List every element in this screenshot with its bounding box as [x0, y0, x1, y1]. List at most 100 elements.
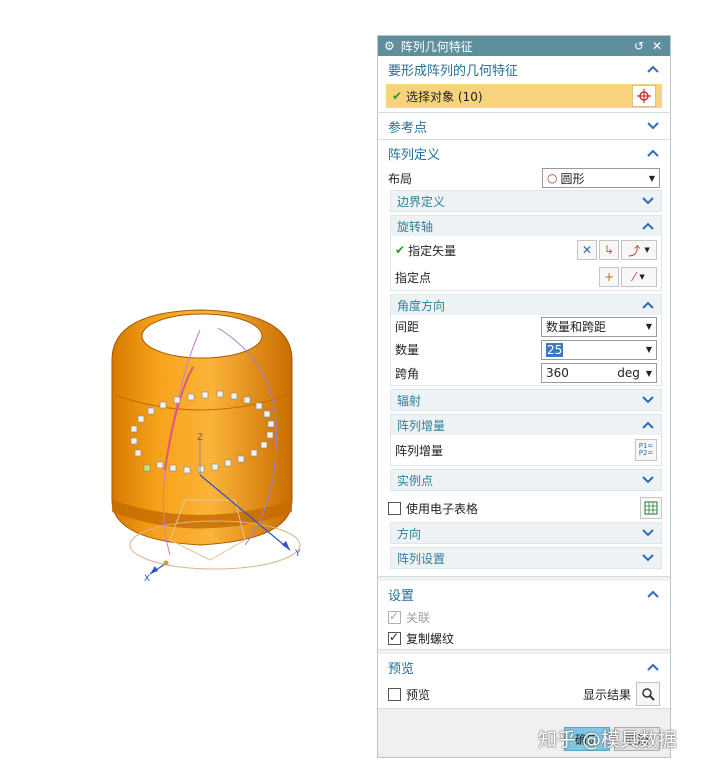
boundary-header[interactable]: 边界定义 — [391, 191, 661, 211]
angle-direction-header[interactable]: 角度方向 — [391, 295, 661, 315]
layout-value: 圆形 — [560, 171, 585, 186]
angle-direction-subsection: 角度方向 间距 数量和跨距 ▼ 数量 25 ▼ 跨角 360 deg ▼ — [390, 294, 662, 386]
chevron-up-icon[interactable] — [641, 219, 655, 233]
spreadsheet-icon[interactable] — [640, 497, 662, 519]
boundary-subsection: 边界定义 — [390, 190, 662, 212]
count-input[interactable]: 25 ▼ — [541, 339, 657, 360]
dropdown-arrow-icon: ▼ — [645, 345, 652, 354]
pattern-increment-header[interactable]: 阵列增量 — [391, 415, 661, 435]
point-dialog-icon[interactable]: + — [599, 267, 619, 287]
pattern-increment-row: 阵列增量 P1= P2= — [391, 435, 661, 465]
associative-row: 关联 — [378, 607, 670, 627]
boundary-label: 边界定义 — [397, 194, 446, 209]
chevron-up-icon[interactable] — [646, 62, 660, 76]
reference-point-header[interactable]: 参考点 — [378, 113, 670, 139]
settings-header[interactable]: 设置 — [378, 581, 670, 607]
dialog-title: 阵列几何特征 — [400, 39, 473, 54]
use-spreadsheet-label: 使用电子表格 — [406, 501, 479, 516]
instance-point-header[interactable]: 实例点 — [391, 470, 661, 490]
copy-threads-label: 复制螺纹 — [406, 631, 455, 646]
associative-checkbox[interactable] — [388, 609, 401, 624]
count-value: 25 — [546, 342, 564, 357]
settings-header-label: 设置 — [388, 588, 415, 604]
chevron-down-icon[interactable] — [641, 393, 655, 407]
pattern-definition-label: 阵列定义 — [388, 147, 441, 163]
layout-label: 布局 — [388, 171, 413, 186]
chevron-up-icon[interactable] — [646, 660, 660, 674]
crosshair-icon[interactable] — [632, 85, 656, 107]
chevron-up-icon[interactable] — [641, 298, 655, 312]
spacing-label: 间距 — [395, 320, 420, 334]
select-object-label: 选择对象 (10) — [406, 89, 483, 104]
use-spreadsheet-checkbox[interactable] — [388, 501, 401, 515]
preview-checkbox[interactable] — [388, 687, 401, 701]
chevron-down-icon[interactable] — [646, 119, 660, 133]
reference-point-section: 参考点 — [378, 113, 670, 140]
vector-type-dropdown[interactable]: ⤴ ▼ — [621, 240, 657, 260]
radiate-subsection: 辐射 — [390, 389, 662, 411]
settings-section: 设置 关联 复制螺纹 — [378, 581, 670, 650]
orientation-label: 方向 — [397, 526, 422, 541]
gear-icon: ⚙ — [384, 39, 395, 53]
vector-dialog-icon[interactable]: ↳ — [599, 240, 619, 260]
geometry-header[interactable]: 要形成阵列的几何特征 — [378, 56, 670, 82]
watermark: 知乎 @模具数据 — [538, 729, 678, 751]
preview-section: 预览 预览 显示结果 — [378, 654, 670, 709]
check-icon: ✔ — [395, 243, 406, 257]
count-value-wrap: 25 — [546, 342, 646, 357]
span-angle-row: 跨角 360 deg ▼ — [391, 361, 661, 385]
copy-threads-checkbox[interactable] — [388, 630, 401, 645]
dropdown-arrow-icon: ▼ — [645, 368, 652, 378]
check-icon: ✔ — [392, 89, 403, 103]
specify-vector-label: 指定矢量 — [408, 243, 457, 258]
orientation-subsection: 方向 — [390, 522, 662, 544]
reverse-direction-icon[interactable]: ✕ — [577, 240, 597, 260]
preview-header-label: 预览 — [388, 661, 415, 677]
dropdown-arrow-icon: ▼ — [648, 173, 655, 183]
orientation-header[interactable]: 方向 — [391, 523, 661, 543]
cylinder-part[interactable] — [111, 309, 301, 570]
close-icon[interactable]: ✕ — [650, 39, 664, 53]
show-result-label: 显示结果 — [582, 687, 631, 702]
select-object-row[interactable]: ✔ 选择对象 (10) — [386, 84, 662, 108]
reset-icon[interactable]: ↺ — [632, 39, 646, 53]
preview-row: 预览 显示结果 — [378, 680, 670, 708]
spacing-select[interactable]: 数量和跨距 ▼ — [541, 316, 657, 337]
pattern-definition-header[interactable]: 阵列定义 — [378, 140, 670, 166]
chevron-up-icon[interactable] — [641, 418, 655, 432]
pattern-increment-header-label: 阵列增量 — [397, 418, 446, 433]
pattern-settings-label: 阵列设置 — [397, 551, 446, 566]
chevron-up-icon[interactable] — [646, 587, 660, 601]
span-angle-input[interactable]: 360 deg ▼ — [541, 363, 657, 383]
pattern-increment-label: 阵列增量 — [395, 443, 444, 458]
use-spreadsheet-row: 使用电子表格 — [378, 494, 670, 522]
point-snap-icon: ⁄ — [633, 270, 636, 284]
copy-threads-row: 复制螺纹 — [378, 627, 670, 649]
rotation-axis-label: 旋转轴 — [397, 219, 434, 234]
reference-point-label: 参考点 — [388, 120, 428, 136]
model-view[interactable]: Z Y X — [0, 0, 376, 783]
layout-select[interactable]: ○ 圆形 ▼ — [542, 168, 660, 188]
chevron-down-icon[interactable] — [641, 194, 655, 208]
rotation-axis-header[interactable]: 旋转轴 — [391, 216, 661, 236]
chevron-up-icon[interactable] — [646, 146, 660, 160]
chevron-down-icon[interactable] — [641, 551, 655, 565]
layout-row: 布局 ○ 圆形 ▼ — [378, 166, 670, 190]
associative-label: 关联 — [406, 610, 431, 625]
graphics-viewport[interactable]: Z Y X — [0, 0, 376, 783]
pattern-settings-header[interactable]: 阵列设置 — [391, 548, 661, 568]
point-type-dropdown[interactable]: ⁄ ▼ — [621, 267, 657, 287]
pattern-settings-subsection: 阵列设置 — [390, 547, 662, 569]
pattern-increment-subsection: 阵列增量 阵列增量 P1= P2= — [390, 414, 662, 466]
chevron-down-icon[interactable] — [641, 473, 655, 487]
specify-point-label: 指定点 — [395, 270, 432, 285]
preview-header[interactable]: 预览 — [378, 654, 670, 680]
geometry-header-label: 要形成阵列的几何特征 — [388, 63, 519, 79]
preview-label: 预览 — [406, 687, 431, 702]
magnifier-icon[interactable] — [636, 682, 660, 706]
radiate-label: 辐射 — [397, 393, 422, 408]
parameter-table-icon[interactable]: P1= P2= — [635, 439, 657, 461]
radiate-header[interactable]: 辐射 — [391, 390, 661, 410]
angle-direction-label: 角度方向 — [397, 298, 446, 313]
chevron-down-icon[interactable] — [641, 526, 655, 540]
